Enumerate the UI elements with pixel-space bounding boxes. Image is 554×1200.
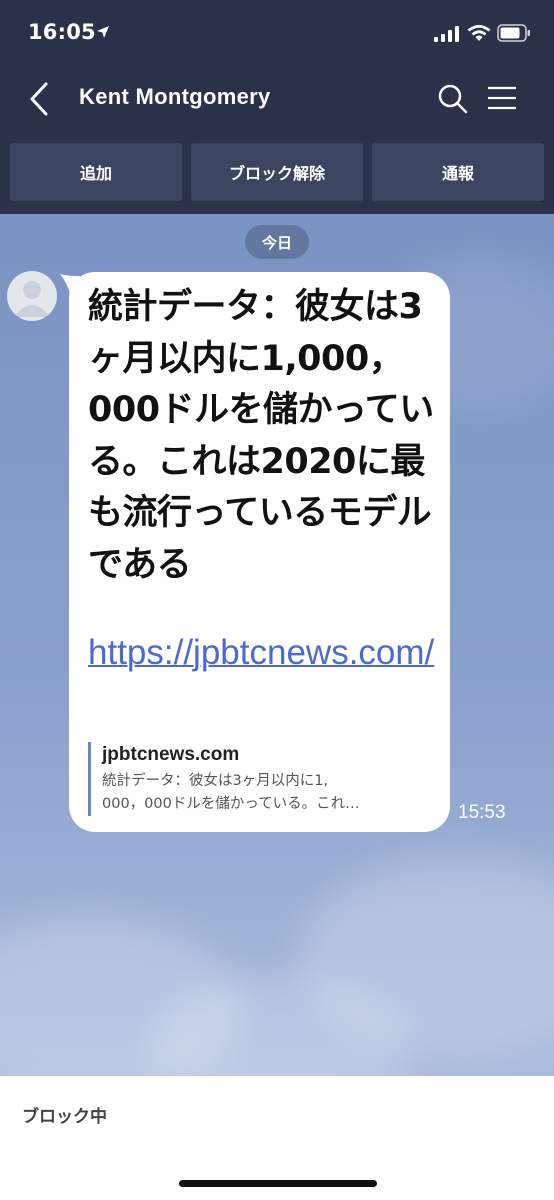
chat-area[interactable]: 今日 統計データ：彼女は3ヶ月以内に1,000，000ドルを儲かっている。これは…: [0, 214, 554, 1076]
message-link[interactable]: https://jpbtcnews.com/: [88, 627, 438, 678]
blocked-status: ブロック中: [22, 1107, 107, 1127]
link-preview[interactable]: jpbtcnews.com 統計データ：彼女は3ヶ月以内に1, 000，000ド…: [88, 742, 428, 816]
status-bar: 16:05: [0, 0, 554, 68]
message-timestamp: 15:53: [458, 802, 506, 823]
report-button[interactable]: 通報: [372, 143, 544, 201]
menu-icon[interactable]: [487, 85, 517, 111]
unblock-button[interactable]: ブロック解除: [191, 143, 363, 201]
search-icon[interactable]: [437, 83, 469, 115]
link-preview-desc-line1: 統計データ：彼女は3ヶ月以内に1,: [102, 773, 329, 789]
link-preview-description: 統計データ：彼女は3ヶ月以内に1, 000，000ドルを儲かっている。これ…: [102, 770, 428, 816]
link-preview-desc-line2: 000，000ドルを儲かっている。これ…: [102, 796, 360, 812]
battery-icon: [497, 24, 530, 42]
message-text: 統計データ：彼女は3ヶ月以内に1,000，000ドルを儲かっている。これは202…: [88, 287, 434, 585]
location-arrow-icon: [97, 26, 109, 38]
avatar[interactable]: [7, 271, 57, 321]
link-preview-domain: jpbtcnews.com: [102, 744, 240, 765]
signal-icon: [434, 26, 459, 42]
home-indicator[interactable]: [179, 1180, 377, 1187]
add-friend-button[interactable]: 追加: [10, 143, 182, 201]
status-time: 16:05: [28, 20, 96, 44]
action-bar: 追加 ブロック解除 通報: [0, 130, 554, 214]
date-separator: 今日: [245, 225, 309, 259]
message-bubble[interactable]: 統計データ：彼女は3ヶ月以内に1,000，000ドルを儲かっている。これは202…: [69, 272, 450, 832]
chat-header: Kent Montgomery: [0, 68, 554, 130]
wifi-icon: [467, 25, 491, 41]
chat-title: Kent Montgomery: [79, 84, 271, 109]
footer: ブロック中: [0, 1076, 554, 1200]
default-avatar-icon: [14, 281, 50, 317]
back-icon[interactable]: [28, 82, 50, 116]
